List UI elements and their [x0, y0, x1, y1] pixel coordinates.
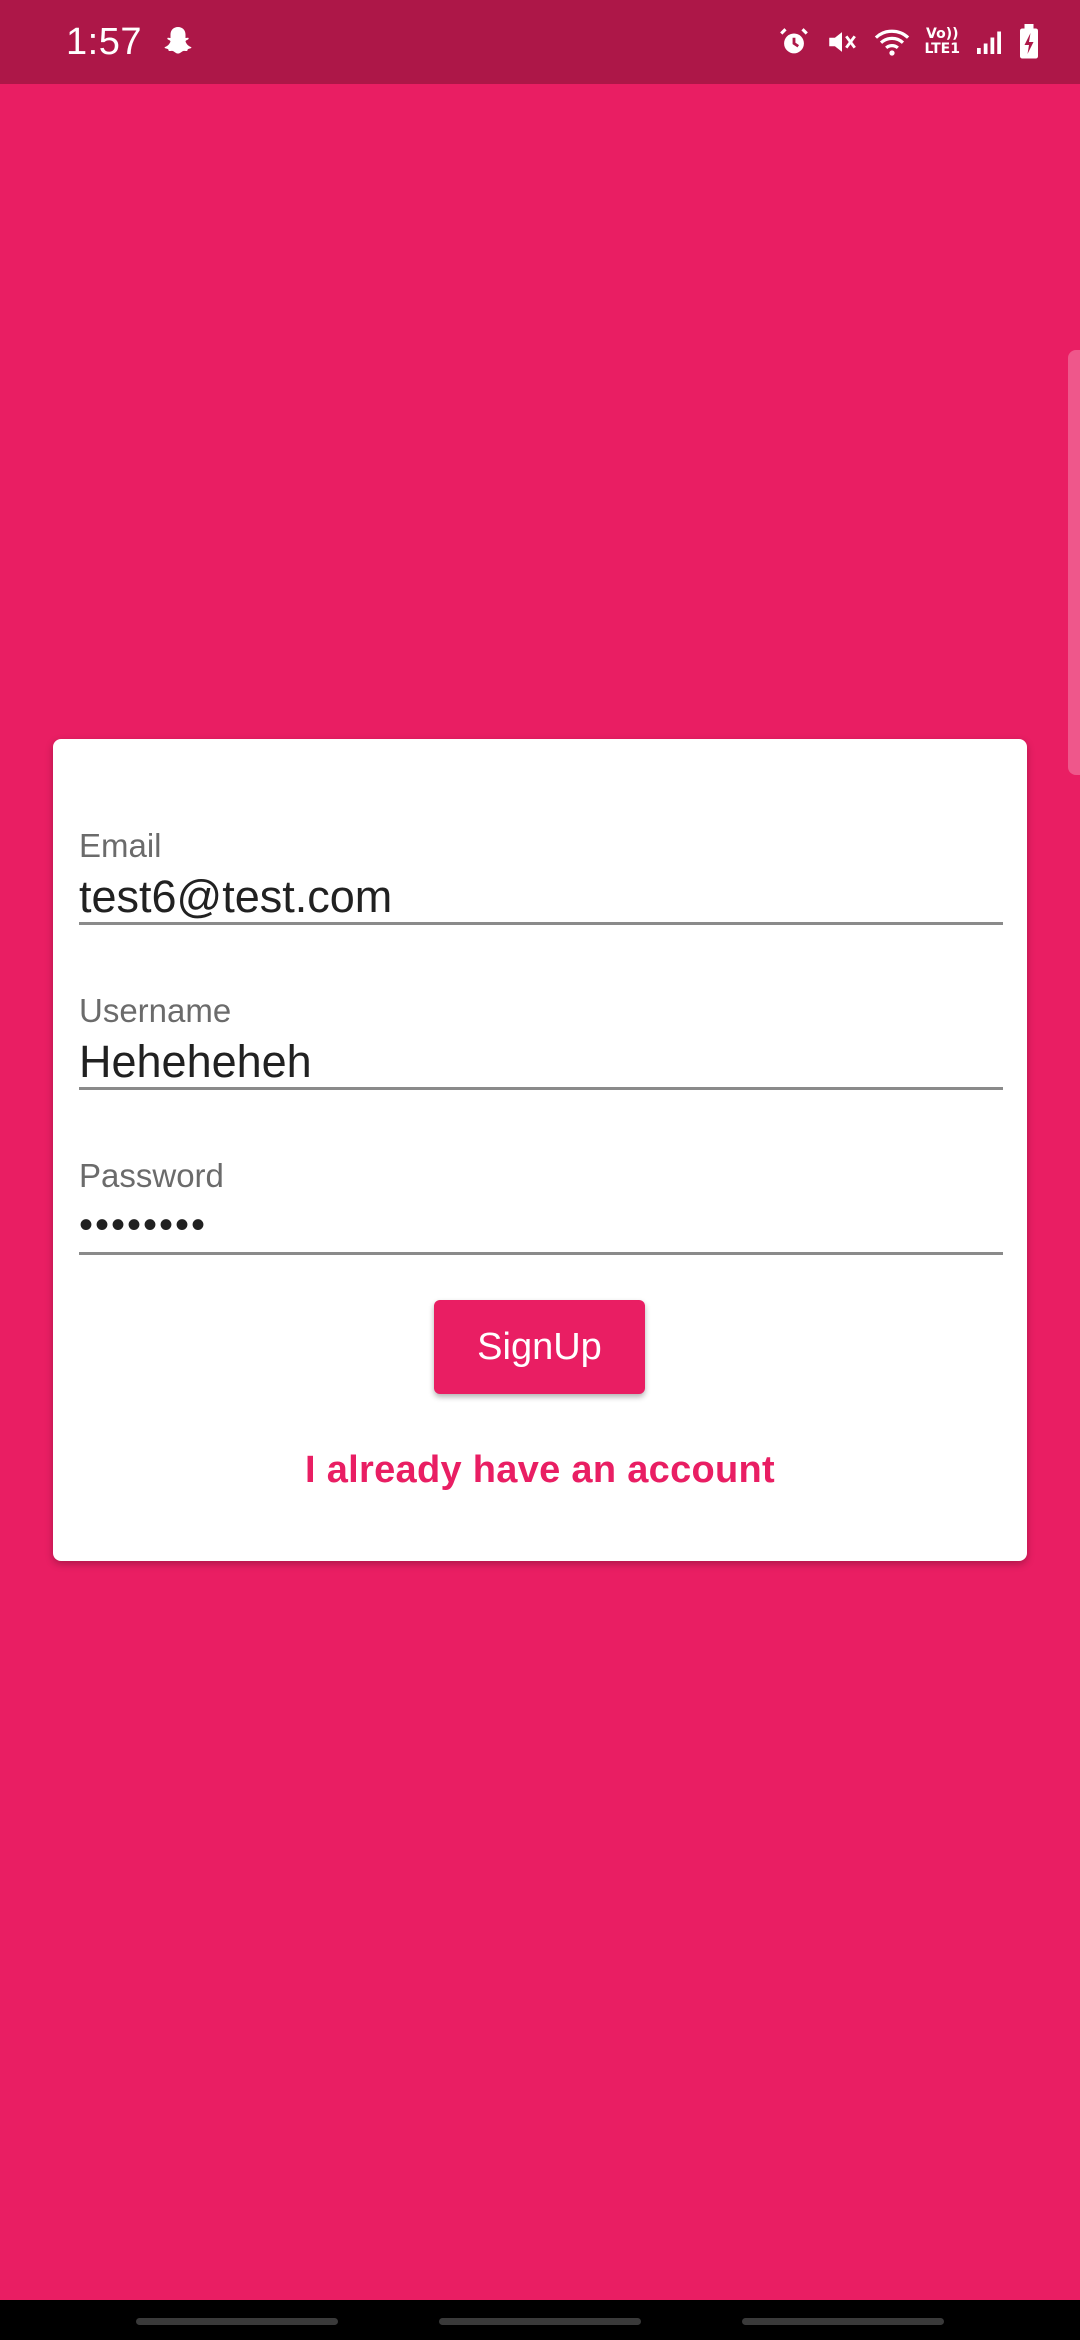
- nav-home-handle[interactable]: [439, 2318, 641, 2325]
- battery-charging-icon: [1018, 24, 1040, 60]
- signup-button[interactable]: SignUp: [434, 1300, 645, 1394]
- status-time: 1:57: [66, 20, 142, 63]
- email-field[interactable]: Email test6@test.com: [79, 769, 1003, 925]
- edge-panel-handle[interactable]: [1068, 350, 1080, 775]
- username-input[interactable]: Heheheheh: [79, 1036, 1003, 1088]
- email-input[interactable]: test6@test.com: [79, 871, 1003, 923]
- username-label: Username: [79, 992, 232, 1029]
- volte-icon: Vo)) LTE1: [925, 27, 960, 57]
- signal-icon: [974, 27, 1004, 57]
- password-label: Password: [79, 1157, 224, 1194]
- username-field[interactable]: Username Heheheheh: [79, 934, 1003, 1090]
- password-field[interactable]: Password ••••••••: [79, 1099, 1003, 1255]
- email-label: Email: [79, 827, 162, 864]
- alarm-icon: [777, 25, 811, 59]
- navigation-bar: [0, 2300, 1080, 2340]
- nav-back-handle[interactable]: [742, 2318, 944, 2325]
- signup-card: Email test6@test.com Username Heheheheh …: [53, 739, 1027, 1561]
- wifi-icon: [873, 25, 911, 59]
- snapchat-icon: [160, 24, 196, 60]
- password-input[interactable]: ••••••••: [79, 1203, 1003, 1248]
- mute-icon: [825, 25, 859, 59]
- login-link[interactable]: I already have an account: [53, 1449, 1027, 1492]
- nav-recents-handle[interactable]: [136, 2318, 338, 2325]
- volte-label-bottom: LTE1: [924, 41, 960, 57]
- status-bar: 1:57 Vo)) LTE1: [0, 0, 1080, 84]
- volte-label-top: Vo)): [926, 26, 959, 42]
